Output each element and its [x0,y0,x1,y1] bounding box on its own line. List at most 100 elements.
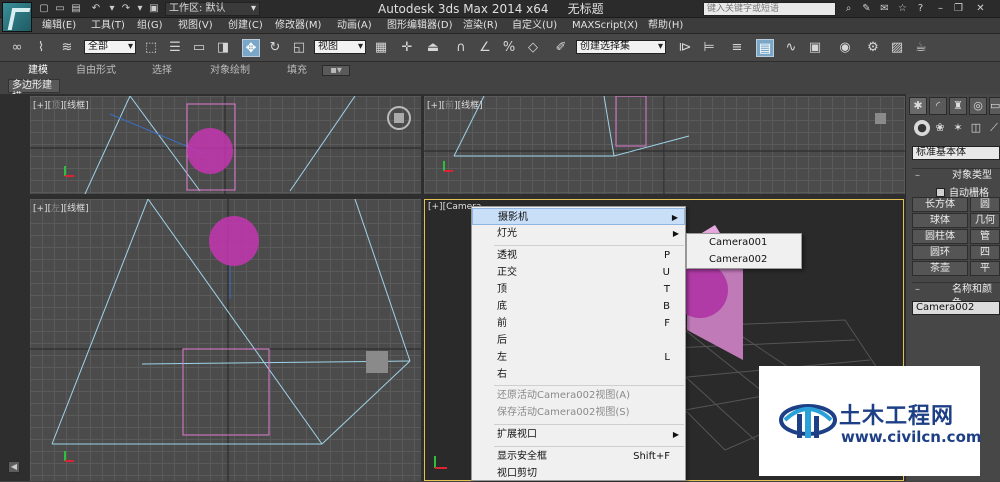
menu-tools[interactable]: 工具(T) [91,18,125,34]
ribbon-tab-modeling[interactable]: 建模 [28,63,48,79]
plane-button[interactable]: 平 [970,261,1000,276]
tube-button[interactable]: 管 [970,229,1000,244]
helpers-category-icon[interactable]: ⟋ [986,120,1000,136]
menu-edit[interactable]: 编辑(E) [42,18,76,34]
name-color-rollout[interactable]: – 名称和颜色 [912,282,1000,309]
percent-snap-icon[interactable]: % [500,39,518,57]
menu-graph-editors[interactable]: 图形编辑器(D) [387,18,453,34]
menu-item-show-safe-frame[interactable]: 显示安全框 Shift+F [472,448,685,465]
box-button[interactable]: 长方体 [912,197,968,212]
time-slider-prev-button[interactable]: ◀ [8,461,20,473]
menu-item-top[interactable]: 顶T [472,281,685,298]
submenu-item-camera001[interactable]: Camera001 [709,235,767,251]
snaps-toggle-icon[interactable]: ∩ [452,39,470,57]
ribbon-tab-freeform[interactable]: 自由形式 [76,63,116,79]
pivot-center-icon[interactable]: ▦ [372,39,390,57]
geometry-category-icon[interactable]: ● [914,120,930,136]
undo-dropdown-icon[interactable]: ▾ [106,3,118,15]
save-file-icon[interactable]: ▤ [70,3,82,15]
scale-icon[interactable]: ◱ [290,39,308,57]
align-icon[interactable]: ⊨ [700,39,718,57]
ribbon-tab-selection[interactable]: 选择 [152,63,172,79]
pyramid-button[interactable]: 四 [970,245,1000,260]
menu-item-bottom[interactable]: 底B [472,298,685,315]
edit-named-selection-icon[interactable]: ✐ [552,39,570,57]
spinner-snap-icon[interactable]: ◇ [524,39,542,57]
workspace-dropdown[interactable]: 工作区: 默认 ▾ [165,2,260,16]
menu-animation[interactable]: 动画(A) [337,18,372,34]
viewport-front[interactable]: [+][前][线框] [424,96,905,194]
menu-item-right[interactable]: 右 [472,366,685,383]
app-logo-icon[interactable] [2,2,32,32]
viewport-label[interactable]: [+][左][线框] [33,201,89,214]
menu-help[interactable]: 帮助(H) [648,18,683,34]
menu-item-orthographic[interactable]: 正交 U [472,264,685,281]
object-category-dropdown[interactable]: 标准基本体 [912,146,1000,160]
sphere-button[interactable]: 球体 [912,213,968,228]
communication-icon[interactable]: ✉ [878,3,891,15]
select-manipulate-icon[interactable]: ✛ [398,39,416,57]
hierarchy-tab-icon[interactable]: ♜ [949,97,967,115]
curve-editor-icon[interactable]: ∿ [782,39,800,57]
select-object-icon[interactable]: ⬚ [142,39,160,57]
menu-item-light[interactable]: 灯光 ▶ [472,225,685,242]
viewport-left[interactable]: [+][左][线框] [30,199,421,481]
shapes-category-icon[interactable]: ❀ [932,120,948,136]
submenu-item-camera002[interactable]: Camera002 [709,252,767,268]
render-teapot-icon[interactable]: ☕ [912,39,930,57]
link-icon[interactable]: ∞ [8,39,26,57]
undo-icon[interactable]: ↶ [90,3,102,15]
menu-create[interactable]: 创建(C) [228,18,263,34]
menu-customize[interactable]: 自定义(U) [512,18,557,34]
material-editor-icon[interactable]: ◉ [836,39,854,57]
help-icon[interactable]: ? [914,3,927,15]
rectangular-selection-icon[interactable]: ▭ [190,39,208,57]
angle-snap-icon[interactable]: ∠ [476,39,494,57]
create-tab-icon[interactable]: ✱ [909,97,927,115]
close-icon[interactable]: ✕ [974,3,987,15]
subscription-icon[interactable]: ✎ [860,3,873,15]
menu-item-back[interactable]: 后 [472,332,685,349]
unlink-icon[interactable]: ⌇ [32,39,50,57]
menu-item-camera[interactable]: 摄影机 ▶ [472,208,685,225]
viewport-top[interactable]: [+][顶][线框] [30,96,421,194]
lights-category-icon[interactable]: ✶ [950,120,966,136]
redo-dropdown-icon[interactable]: ▾ [134,3,146,15]
menu-rendering[interactable]: 渲染(R) [463,18,498,34]
cone-button[interactable]: 圆 [970,197,1000,212]
open-file-icon[interactable]: ▭ [54,3,66,15]
project-folder-icon[interactable]: ▣ [148,3,160,15]
geosphere-button[interactable]: 几何 [970,213,1000,228]
menu-item-extended-viewports[interactable]: 扩展视口 ▶ [472,426,685,443]
cameras-category-icon[interactable]: ◫ [968,120,984,136]
display-tab-icon[interactable]: ▭ [989,97,1000,115]
select-by-name-icon[interactable]: ☰ [166,39,184,57]
object-type-rollout[interactable]: – 对象类型 [912,168,1000,182]
mirror-icon[interactable]: ⧐ [676,39,694,57]
menu-item-front[interactable]: 前F [472,315,685,332]
cylinder-button[interactable]: 圆柱体 [912,229,968,244]
redo-icon[interactable]: ↷ [120,3,132,15]
graphite-ribbon-icon[interactable]: ▤ [756,39,774,57]
ribbon-tab-populate[interactable]: 填充 [287,63,307,79]
menu-item-viewport-clipping[interactable]: 视口剪切 [472,465,685,482]
search-icon[interactable]: ⌕ [842,3,855,15]
menu-item-perspective[interactable]: 透视 P [472,247,685,264]
favorites-icon[interactable]: ☆ [896,3,909,15]
selection-filter-select[interactable]: 全部 ▾ [84,40,136,54]
object-name-field[interactable]: Camera002 [912,301,1000,315]
new-file-icon[interactable]: ▢ [38,3,50,15]
layer-manager-icon[interactable]: ≡ [728,39,746,57]
motion-tab-icon[interactable]: ◎ [969,97,987,115]
named-selection-select[interactable]: 创建选择集 ▾ [576,40,666,54]
window-crossing-icon[interactable]: ◨ [214,39,232,57]
move-icon[interactable]: ✥ [242,39,260,57]
viewport-label[interactable]: [+][顶][线框] [33,98,89,111]
keyboard-shortcut-icon[interactable]: ⏏ [424,39,442,57]
polygon-modeling-tab[interactable]: 多边形建模 [8,79,60,103]
restore-icon[interactable]: ❐ [952,3,965,15]
minimize-icon[interactable]: – [934,3,947,15]
menu-group[interactable]: 组(G) [137,18,163,34]
menu-item-left[interactable]: 左L [472,349,685,366]
torus-button[interactable]: 圆环 [912,245,968,260]
